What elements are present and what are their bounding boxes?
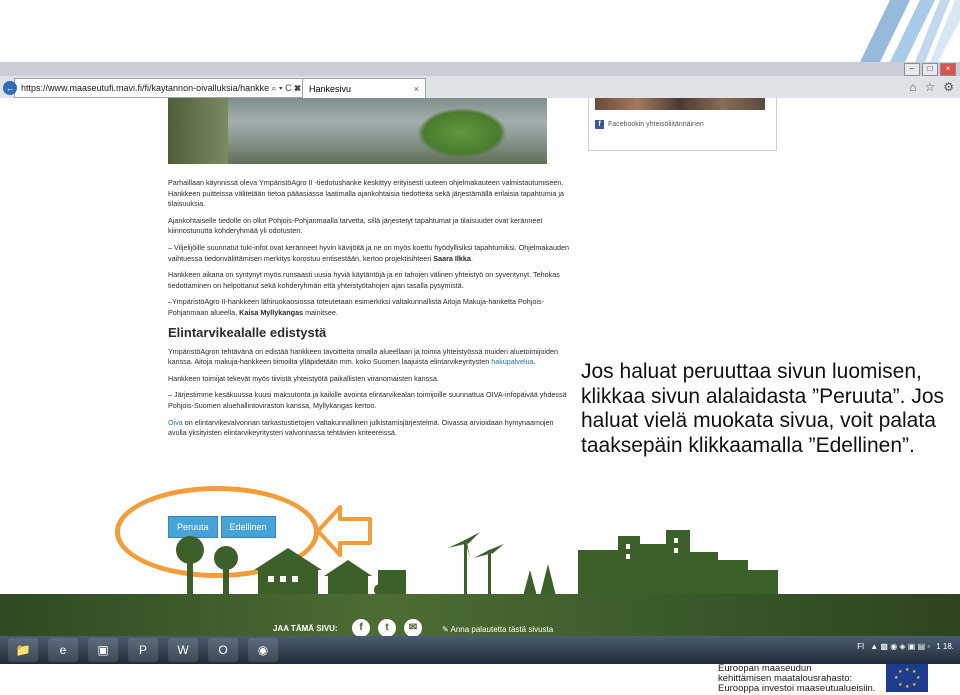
outlook-icon[interactable]: O: [208, 638, 238, 662]
window-controls: – □ ×: [904, 63, 956, 76]
decorative-stripes: [860, 0, 960, 62]
share-icons: f t ✉: [352, 619, 422, 637]
facebook-link-text[interactable]: Facebookin yhteisöliitännäinen: [608, 121, 704, 128]
close-window-button[interactable]: ×: [940, 63, 956, 76]
eu-flag-logo: ★ ★ ★ ★ ★ ★ ★ ★: [886, 664, 928, 692]
river-grass: [417, 108, 507, 158]
windows-taskbar: 📁 e ▣ P W O ◉ FI ▲ ▩ ◉ ◈ ▣ ▤ ▫ 1 18.: [0, 636, 960, 664]
back-arrow-icon[interactable]: ←: [3, 81, 17, 95]
browser-titlebar: – □ ×: [0, 62, 960, 76]
article-text: mainitsee.: [303, 307, 338, 317]
clock-top: 1: [936, 642, 941, 651]
slide-top: [0, 0, 960, 62]
email-share-icon[interactable]: ✉: [404, 619, 422, 637]
eu-line: Eurooppa investoi maaseutualueisiin.: [718, 683, 876, 694]
article-paragraph: Parhaillaan käynnissä oleva YmpäristöAgr…: [168, 178, 564, 209]
article-paragraph: Hankkeen aikana on syntynyt myös runsaas…: [168, 270, 560, 290]
article-text: on elintarvikevalvonnan tarkastustietoje…: [168, 417, 554, 438]
article-text: – Viljelijöille suunnatut tuki-infot ova…: [168, 242, 569, 263]
maximize-button[interactable]: □: [922, 63, 938, 76]
article-paragraph: –YmpäristöAgro II-hankkeen lähiruokaosio…: [168, 297, 570, 318]
person-name-kaisa: Kaisa Myllykangas: [239, 307, 304, 317]
minimize-button[interactable]: –: [904, 63, 920, 76]
hakupalvelu-link[interactable]: hakupalvelua: [491, 357, 533, 366]
article-paragraph: Hankkeen toimijat tekevät myös tiivistä …: [168, 373, 439, 383]
facebook-plugin-link[interactable]: f Facebookin yhteisöliitännäinen: [595, 120, 704, 129]
article-paragraph: YmpäristöAgron tehtävänä on edistää hank…: [168, 346, 558, 367]
article-text: –YmpäristöAgro II-hankkeen lähiruokaosio…: [168, 297, 544, 317]
town-illustration: [176, 530, 778, 596]
feedback-link[interactable]: ✎ Anna palautetta tästä sivusta: [442, 625, 553, 634]
article-paragraph: – Järjestimme kesäkuussa kuusi maksutont…: [168, 390, 567, 410]
article-paragraph: Oiva on elintarvikevalvonnan tarkastusti…: [168, 418, 570, 439]
instruction-caption: Jos haluat peruuttaa sivun luomisen, kli…: [581, 360, 945, 457]
tab-hankesivu[interactable]: Hankesivu ×: [302, 78, 426, 98]
tray-icons[interactable]: ▲ ▩ ◉ ◈ ▣ ▤ ▫: [870, 642, 930, 651]
share-label: JAA TÄMÄ SIVU:: [273, 624, 338, 633]
settings-gear-icon[interactable]: ⚙: [943, 80, 954, 94]
internet-explorer-icon[interactable]: e: [48, 638, 78, 662]
person-name-saara: Saara Ilkka: [433, 253, 471, 263]
article-body: Parhaillaan käynnissä oleva YmpäristöAgr…: [168, 178, 570, 445]
address-bar[interactable]: ← https://www.maaseutufi.mavi.fi/fi/kayt…: [3, 78, 304, 98]
file-explorer-icon[interactable]: 📁: [8, 638, 38, 662]
eu-funding-text: Euroopan maaseudun kehittämisen maatalou…: [718, 664, 880, 694]
browser-toolbar: ⌂ ☆ ⚙: [909, 80, 954, 94]
home-icon[interactable]: ⌂: [909, 80, 916, 94]
url-text[interactable]: https://www.maaseutufi.mavi.fi/fi/kaytan…: [21, 83, 269, 93]
system-tray: FI ▲ ▩ ◉ ◈ ▣ ▤ ▫ 1 18.: [857, 642, 954, 651]
tab-title: Hankesivu: [309, 83, 352, 94]
facebook-icon: f: [595, 120, 604, 129]
article-paragraph: – Viljelijöille suunnatut tuki-infot ova…: [168, 242, 569, 263]
tab-close-icon[interactable]: ×: [414, 84, 419, 94]
network-tool-icon[interactable]: ▣: [88, 638, 118, 662]
word-icon[interactable]: W: [168, 638, 198, 662]
firefox-icon[interactable]: ◉: [248, 638, 278, 662]
powerpoint-icon[interactable]: P: [128, 638, 158, 662]
language-indicator[interactable]: FI: [857, 642, 864, 651]
clock[interactable]: 1 18.: [936, 642, 954, 651]
browser-chrome: – □ × ← https://www.maaseutufi.mavi.fi/f…: [0, 62, 960, 99]
facebook-photos: [595, 98, 765, 110]
riverbank: [168, 98, 228, 164]
facebook-share-icon[interactable]: f: [352, 619, 370, 637]
facebook-widget: f Facebookin yhteisöliitännäinen: [588, 98, 777, 151]
twitter-share-icon[interactable]: t: [378, 619, 396, 637]
clock-date: 18.: [942, 642, 954, 651]
river-photo: [168, 98, 547, 164]
url-controls[interactable]: ⌕ ▾ C ✖: [271, 83, 301, 94]
article-paragraph: Ajankohtaiselle tiedolle on ollut Pohjoi…: [168, 215, 543, 236]
oiva-link[interactable]: Oiva: [168, 418, 183, 427]
favorites-star-icon[interactable]: ☆: [924, 80, 935, 94]
section-heading: Elintarvikealalle edistystä: [168, 324, 327, 340]
feedback-link-text[interactable]: Anna palautetta tästä sivusta: [450, 625, 553, 634]
